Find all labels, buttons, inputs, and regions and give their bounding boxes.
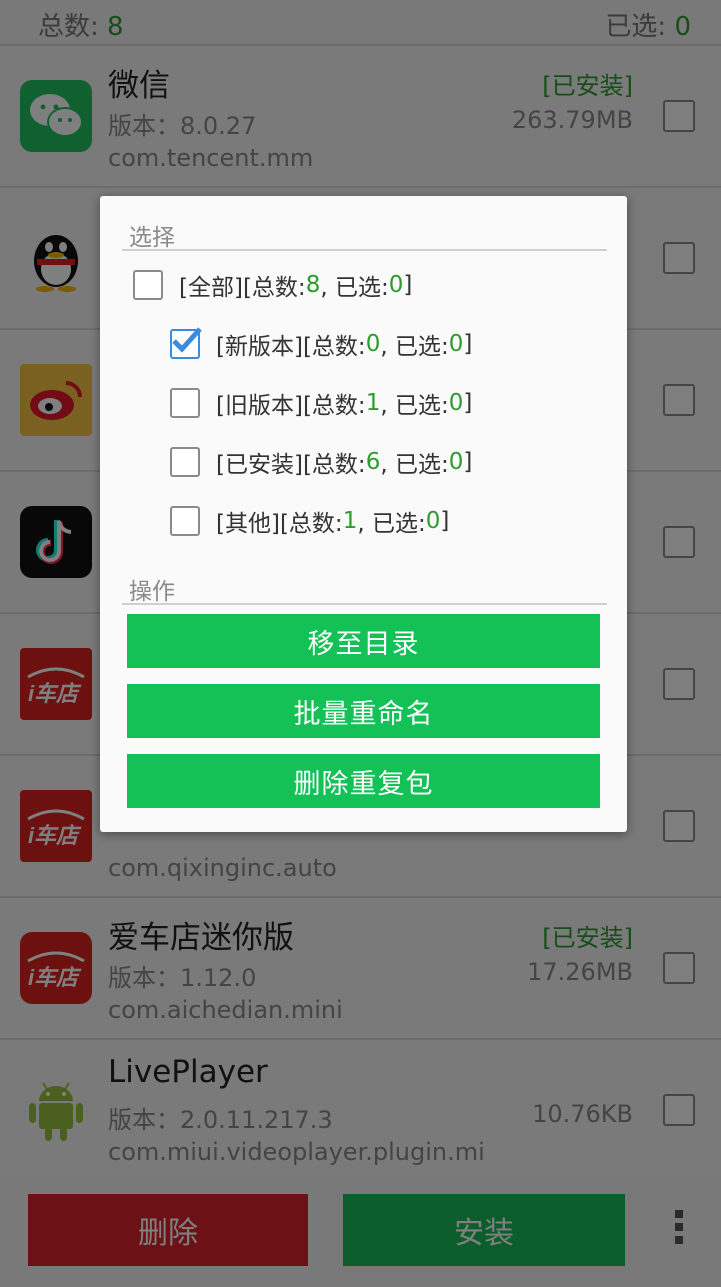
option-total: 1 <box>365 390 381 416</box>
option-other[interactable]: [其他] [总数: 1, 已选: 0] <box>170 504 449 538</box>
option-label: [已安装] <box>216 452 303 478</box>
action-section-title: 操作 <box>129 579 175 605</box>
option-total: 8 <box>305 272 321 298</box>
divider <box>122 249 607 251</box>
checkbox[interactable] <box>170 506 200 536</box>
option-total: 0 <box>365 331 381 357</box>
delete-duplicates-button[interactable]: 删除重复包 <box>127 754 600 808</box>
select-section-title: 选择 <box>129 225 175 251</box>
option-stats-label: ] <box>463 449 473 475</box>
checkbox[interactable] <box>133 270 163 300</box>
option-stats-label: ] <box>403 272 413 298</box>
option-stats-label: [总数: <box>242 275 306 301</box>
move-to-directory-button[interactable]: 移至目录 <box>127 614 600 668</box>
option-stats-label: ] <box>463 331 473 357</box>
option-label: [旧版本] <box>216 393 303 419</box>
option-stats-label: [总数: <box>302 452 366 478</box>
option-selected: 0 <box>448 390 464 416</box>
option-selected: 0 <box>448 449 464 475</box>
checkbox-checked[interactable] <box>170 327 202 359</box>
option-label: [新版本] <box>216 334 303 360</box>
checkbox[interactable] <box>170 447 200 477</box>
filter-dialog: 选择 [全部] [总数: 8, 已选: 0] [新版本] [总数: 0, 已选:… <box>100 196 627 832</box>
option-stats-label: , 已选: <box>357 511 426 537</box>
checkbox[interactable] <box>170 388 200 418</box>
batch-rename-button[interactable]: 批量重命名 <box>127 684 600 738</box>
option-stats-label: , 已选: <box>380 334 449 360</box>
option-total: 1 <box>342 508 358 534</box>
option-total: 6 <box>365 449 381 475</box>
option-selected: 0 <box>388 272 404 298</box>
option-stats-label: , 已选: <box>320 275 389 301</box>
option-stats-label: , 已选: <box>380 393 449 419</box>
option-installed[interactable]: [已安装] [总数: 6, 已选: 0] <box>170 445 472 479</box>
divider <box>122 603 607 605</box>
option-stats-label: [总数: <box>302 393 366 419</box>
option-stats-label: ] <box>463 390 473 416</box>
option-selected: 0 <box>448 331 464 357</box>
option-label: [全部] <box>179 275 243 301</box>
option-new-version[interactable]: [新版本] [总数: 0, 已选: 0] <box>170 327 472 361</box>
option-stats-label: ] <box>440 508 450 534</box>
checkmark-icon <box>172 327 202 353</box>
option-old-version[interactable]: [旧版本] [总数: 1, 已选: 0] <box>170 386 472 420</box>
option-stats-label: [总数: <box>279 511 343 537</box>
option-label: [其他] <box>216 511 280 537</box>
option-stats-label: [总数: <box>302 334 366 360</box>
option-selected: 0 <box>425 508 441 534</box>
option-stats-label: , 已选: <box>380 452 449 478</box>
option-all[interactable]: [全部] [总数: 8, 已选: 0] <box>133 268 412 302</box>
